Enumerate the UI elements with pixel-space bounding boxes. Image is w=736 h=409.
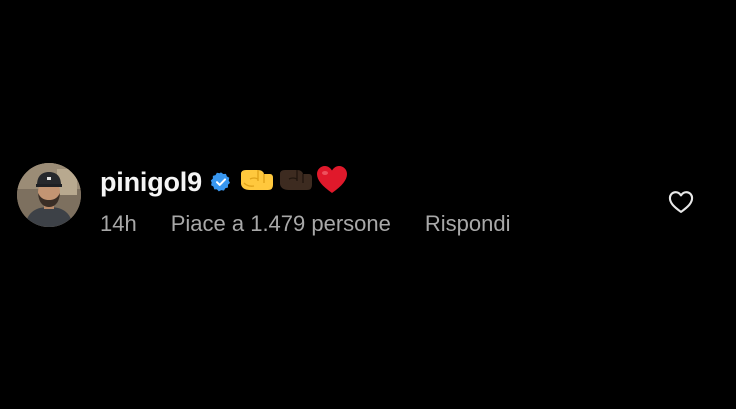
comment-text (238, 165, 351, 200)
username[interactable]: pinigol9 (100, 167, 202, 198)
reply-button[interactable]: Rispondi (425, 211, 511, 237)
comment-timestamp: 14h (100, 211, 137, 236)
comment-header: pinigol9 (100, 165, 511, 199)
avatar-image (17, 163, 81, 227)
fist-right-dark-icon (277, 165, 313, 200)
avatar[interactable] (17, 163, 81, 227)
comment-body: pinigol9 14h Piace a 1.479 persone Rispo… (100, 165, 511, 237)
verified-badge-icon (210, 171, 232, 193)
heart-outline-icon (668, 191, 694, 213)
red-heart-icon (316, 165, 348, 200)
comment-meta: 14h Piace a 1.479 persone Rispondi (100, 211, 511, 237)
likes-count-link[interactable]: Piace a 1.479 persone (171, 211, 391, 237)
comment-item: pinigol9 14h Piace a 1.479 persone Rispo… (17, 163, 717, 243)
like-button[interactable] (667, 188, 695, 216)
fist-right-light-icon (238, 165, 274, 200)
